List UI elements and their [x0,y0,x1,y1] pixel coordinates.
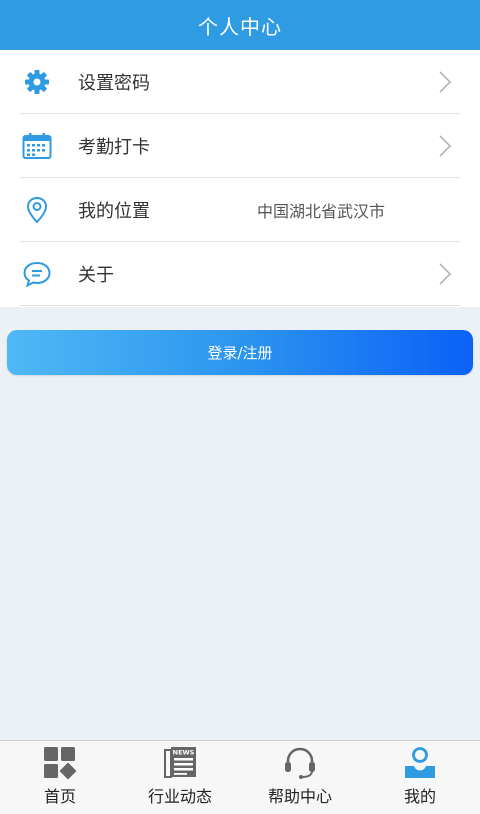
location-pin-icon [22,195,52,225]
tab-label: 帮助中心 [267,787,332,806]
headset-icon [285,747,315,779]
tab-label: 首页 [43,787,76,806]
menu-item-set-password[interactable]: 设置密码 [0,50,480,114]
home-grid-icon [44,747,77,780]
tab-industry-news[interactable]: NEWS 行业动态 [120,741,240,814]
menu-item-my-location[interactable]: 我的位置 中国湖北省武汉市 [0,178,480,242]
menu-item-label: 关于 [78,265,114,286]
tab-mine[interactable]: 我的 [360,741,480,814]
chat-bubble-icon [22,259,52,289]
settings-menu: 设置密码 考勤打卡 我的位置 中国湖北省武汉市 关于 [0,50,480,307]
menu-item-label: 考勤打卡 [78,137,150,158]
news-icon: NEWS [164,747,196,778]
gear-icon [22,67,52,97]
menu-item-attendance[interactable]: 考勤打卡 [0,114,480,178]
login-register-button[interactable]: 登录/注册 [7,330,473,375]
chevron-right-icon [439,263,452,285]
menu-item-label: 我的位置 [78,201,150,222]
tab-home[interactable]: 首页 [0,741,120,814]
calendar-icon [22,131,52,161]
login-register-label: 登录/注册 [207,344,273,362]
menu-item-label: 设置密码 [78,73,150,94]
tab-label: 行业动态 [147,787,212,806]
chevron-right-icon [439,135,452,157]
chevron-right-icon [439,71,452,93]
bottom-tab-bar: 首页 NEWS 行业动态 帮助中心 我的 [0,740,480,814]
menu-item-about[interactable]: 关于 [0,242,480,306]
tab-help-center[interactable]: 帮助中心 [240,741,360,814]
user-icon [405,747,435,778]
header-bar: 个人中心 [0,0,480,50]
location-value: 中国湖北省武汉市 [257,202,386,221]
tab-label: 我的 [403,787,436,806]
page-title: 个人中心 [198,14,282,39]
svg-text:NEWS: NEWS [173,749,195,757]
